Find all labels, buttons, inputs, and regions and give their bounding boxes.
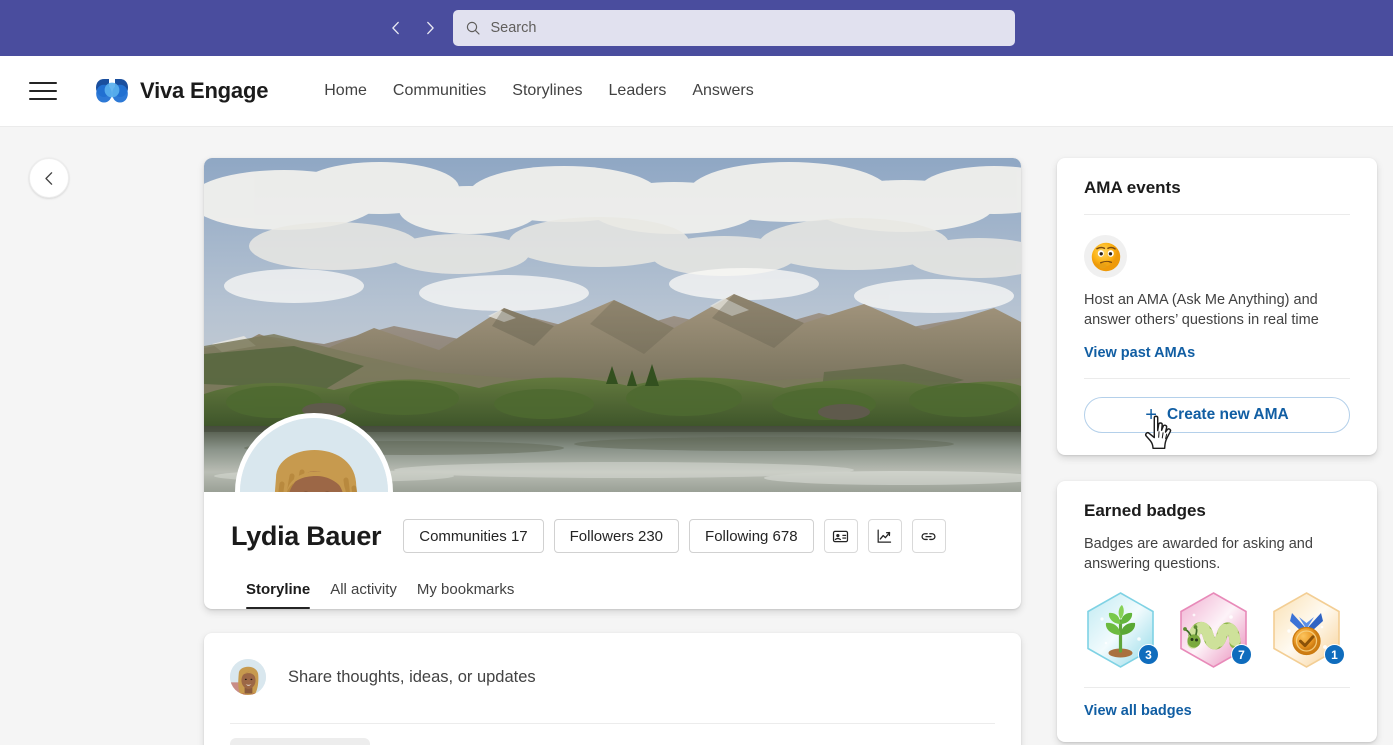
- ama-bottom-divider: [1084, 378, 1350, 379]
- post-composer-card: Share thoughts, ideas, or updates: [204, 633, 1021, 745]
- ama-divider: [1084, 214, 1350, 215]
- create-new-ama-button[interactable]: + Create new AMA: [1084, 397, 1350, 433]
- ama-description: Host an AMA (Ask Me Anything) and answer…: [1084, 290, 1334, 330]
- profile-card: Lydia Bauer Communities 17 Followers 230…: [204, 158, 1021, 609]
- composer-top-row: Share thoughts, ideas, or updates: [230, 653, 995, 701]
- tab-all-activity[interactable]: All activity: [320, 575, 407, 609]
- chevron-left-icon: [41, 170, 58, 187]
- analytics-button[interactable]: [868, 519, 902, 553]
- main-content-column: Lydia Bauer Communities 17 Followers 230…: [204, 127, 1021, 745]
- top-command-bar: Search: [0, 0, 1393, 56]
- brand-home-link[interactable]: Viva Engage: [95, 76, 268, 106]
- plus-icon: +: [1145, 405, 1157, 425]
- chevron-left-icon: [387, 19, 405, 37]
- hamburger-menu-icon[interactable]: [29, 75, 61, 107]
- search-placeholder-text: Search: [491, 20, 537, 36]
- nav-item-storylines[interactable]: Storylines: [499, 74, 595, 108]
- contact-card-icon: [832, 528, 849, 545]
- main-navigation: Home Communities Storylines Leaders Answ…: [311, 74, 766, 108]
- tab-storyline[interactable]: Storyline: [236, 575, 320, 609]
- right-sidebar: AMA events: [1057, 127, 1377, 745]
- forward-nav-arrow[interactable]: [413, 11, 447, 45]
- back-nav-arrow[interactable]: [379, 11, 413, 45]
- app-header: Viva Engage Home Communities Storylines …: [0, 56, 1393, 127]
- badges-description: Badges are awarded for asking and answer…: [1084, 534, 1334, 574]
- nav-item-home[interactable]: Home: [311, 74, 380, 108]
- composer-input[interactable]: Share thoughts, ideas, or updates: [288, 668, 536, 687]
- badge-item-seedling[interactable]: 3: [1084, 591, 1157, 671]
- nav-item-answers[interactable]: Answers: [679, 74, 766, 108]
- badge-count-seedling: 3: [1138, 644, 1159, 665]
- create-new-ama-label: Create new AMA: [1167, 406, 1289, 424]
- profile-info: Lydia Bauer Communities 17 Followers 230…: [204, 492, 1021, 609]
- composer-action-button[interactable]: [230, 738, 370, 745]
- search-icon: [465, 20, 481, 36]
- brand-name-label: Viva Engage: [140, 78, 268, 104]
- ama-card-title: AMA events: [1084, 178, 1350, 198]
- composer-avatar-image: [230, 659, 266, 695]
- contact-card-button[interactable]: [824, 519, 858, 553]
- copy-link-button[interactable]: [912, 519, 946, 553]
- badges-list: 3: [1084, 591, 1350, 671]
- earned-badges-card: Earned badges Badges are awarded for ask…: [1057, 481, 1377, 742]
- nav-item-leaders[interactable]: Leaders: [596, 74, 680, 108]
- composer-divider: [230, 723, 995, 724]
- following-stat-button[interactable]: Following 678: [689, 519, 814, 553]
- view-past-amas-link[interactable]: View past AMAs: [1084, 345, 1195, 361]
- chevron-right-icon: [421, 19, 439, 37]
- badges-divider: [1084, 687, 1350, 688]
- view-all-badges-link[interactable]: View all badges: [1084, 703, 1192, 719]
- page-body: Lydia Bauer Communities 17 Followers 230…: [0, 127, 1393, 745]
- communities-stat-button[interactable]: Communities 17: [403, 519, 543, 553]
- badges-card-title: Earned badges: [1084, 501, 1350, 521]
- nav-item-communities[interactable]: Communities: [380, 74, 499, 108]
- page-back-button[interactable]: [29, 158, 69, 198]
- badge-count-medal: 1: [1324, 644, 1345, 665]
- search-input[interactable]: Search: [453, 10, 1015, 46]
- ama-events-card: AMA events: [1057, 158, 1377, 455]
- topbar-center-group: Search: [379, 10, 1015, 46]
- back-button-column: [0, 127, 204, 745]
- badge-item-medal[interactable]: 1: [1270, 591, 1343, 671]
- profile-identity-row: Lydia Bauer Communities 17 Followers 230…: [231, 516, 990, 556]
- analytics-trending-icon: [876, 528, 893, 545]
- link-icon: [920, 528, 937, 545]
- tab-my-bookmarks[interactable]: My bookmarks: [407, 575, 525, 609]
- badge-item-caterpillar[interactable]: 7: [1177, 591, 1250, 671]
- followers-stat-button[interactable]: Followers 230: [554, 519, 679, 553]
- badge-count-caterpillar: 7: [1231, 644, 1252, 665]
- composer-avatar: [230, 659, 266, 695]
- thinking-face-emoji-icon: [1084, 235, 1127, 278]
- profile-name: Lydia Bauer: [231, 521, 381, 552]
- profile-tabs: Storyline All activity My bookmarks: [231, 575, 990, 609]
- viva-engage-logo-icon: [95, 76, 129, 106]
- cover-photo: [204, 158, 1021, 492]
